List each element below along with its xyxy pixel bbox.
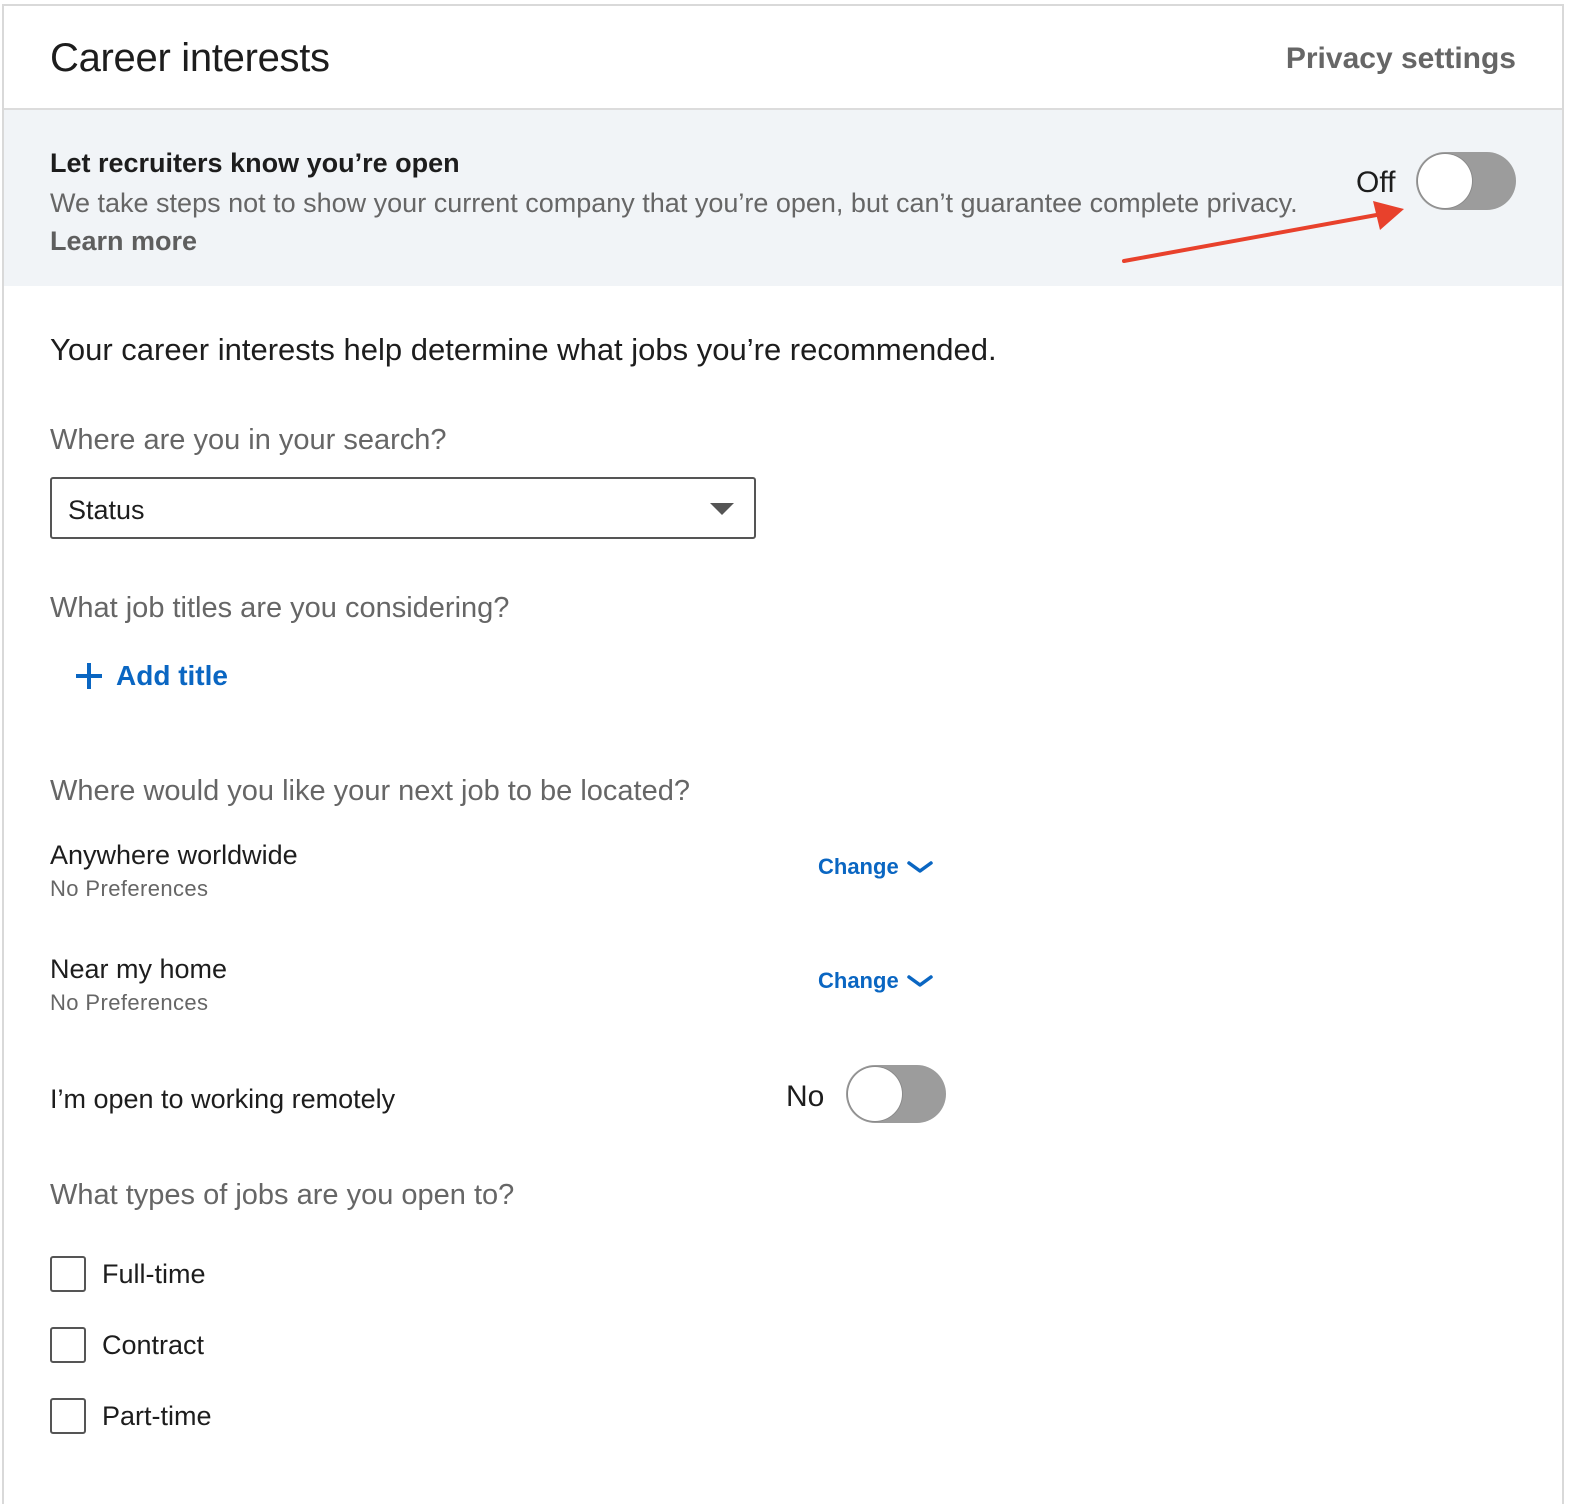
checkbox[interactable] (50, 1398, 86, 1434)
add-title-button[interactable]: Add title (76, 660, 228, 692)
plus-icon (76, 663, 102, 689)
remote-work-toggle[interactable] (846, 1065, 946, 1123)
change-label: Change (818, 854, 899, 879)
checkbox[interactable] (50, 1256, 86, 1292)
privacy-settings-link[interactable]: Privacy settings (1286, 42, 1516, 76)
checkbox-label: Contract (102, 1329, 205, 1360)
change-label: Change (818, 968, 899, 993)
change-anywhere-button[interactable]: Change (818, 854, 933, 880)
chevron-down-icon (906, 861, 933, 873)
checkbox-label: Part-time (102, 1400, 212, 1431)
search-status-question: Where are you in your search? (50, 424, 447, 456)
status-select[interactable]: Status (50, 477, 756, 539)
job-type-part-time[interactable]: Part-time (50, 1398, 212, 1434)
recruiter-banner-description-text: We take steps not to show your current c… (50, 188, 1298, 218)
location-option-title: Near my home (50, 954, 228, 984)
job-types-question: What types of jobs are you open to? (50, 1179, 515, 1211)
card-header: Career interests Privacy settings (4, 6, 1562, 110)
annotation-arrow-icon (1122, 201, 1404, 263)
location-option-subtitle: No Preferences (50, 990, 209, 1015)
job-type-contract[interactable]: Contract (50, 1327, 204, 1363)
toggle-knob (848, 1067, 902, 1121)
recruiter-open-toggle[interactable] (1416, 152, 1516, 210)
career-interests-card: Career interests Privacy settings Let re… (2, 4, 1564, 1504)
remote-toggle-label: No (786, 1080, 825, 1113)
page-title: Career interests (50, 36, 330, 80)
recruiter-toggle-label: Off (1356, 166, 1396, 199)
toggle-knob (1418, 154, 1472, 208)
checkbox-label: Full-time (102, 1258, 206, 1289)
job-titles-question: What job titles are you considering? (50, 592, 510, 624)
job-type-full-time[interactable]: Full-time (50, 1256, 206, 1292)
status-select-value: Status (68, 495, 145, 525)
caret-down-icon (710, 503, 734, 515)
location-option-subtitle: No Preferences (50, 876, 209, 901)
learn-more-link[interactable]: Learn more (50, 226, 197, 256)
intro-text: Your career interests help determine wha… (50, 332, 997, 367)
remote-work-label: I’m open to working remotely (50, 1084, 396, 1114)
recruiter-banner-heading: Let recruiters know you’re open (50, 148, 460, 178)
location-question: Where would you like your next job to be… (50, 775, 690, 807)
add-title-label: Add title (116, 660, 228, 691)
chevron-down-icon (906, 975, 933, 987)
location-option-title: Anywhere worldwide (50, 840, 298, 870)
checkbox[interactable] (50, 1327, 86, 1363)
change-near-home-button[interactable]: Change (818, 968, 933, 994)
